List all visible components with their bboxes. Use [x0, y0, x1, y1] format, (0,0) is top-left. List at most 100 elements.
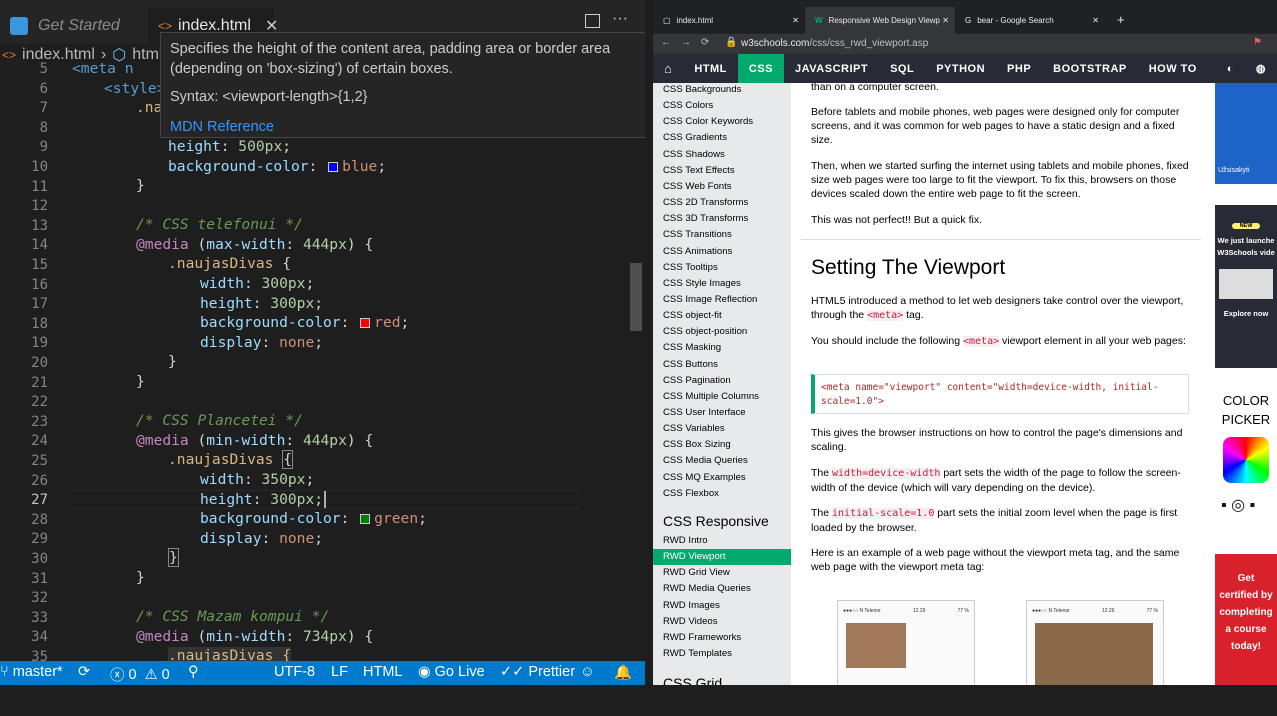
color-swatch-red[interactable] [360, 318, 371, 328]
feedback-icon[interactable]: ☺ [580, 664, 595, 680]
globe-icon[interactable]: ◍ [1245, 54, 1277, 83]
sidebar-item[interactable]: CSS Tooltips [663, 262, 718, 273]
reload-icon[interactable]: ⟳ [701, 37, 709, 48]
sidebar-item[interactable]: CSS Shadows [663, 149, 725, 160]
sidebar-item[interactable]: CSS object-fit [663, 310, 722, 321]
nav-howto[interactable]: HOW TO [1138, 54, 1208, 83]
theme-toggle-icon[interactable]: ◐ [1216, 54, 1245, 83]
sidebar-item[interactable]: CSS Box Sizing [663, 439, 731, 450]
sidebar-item[interactable]: CSS Image Reflection [663, 294, 757, 305]
color-swatch-green[interactable] [360, 514, 371, 524]
social-icons[interactable]: ▪ ◎ ▪ [1221, 495, 1255, 515]
sidebar-item[interactable]: CSS Text Effects [663, 165, 735, 176]
code-line: height: 500px; [168, 138, 292, 155]
code-comment: /* CSS Plancetei */ [136, 412, 303, 429]
sidebar-item[interactable]: CSS 2D Transforms [663, 197, 748, 208]
color-swatch-blue[interactable] [328, 162, 339, 172]
code-line: background-color: green; [200, 510, 427, 527]
sync-icon[interactable]: ⟳ [78, 664, 90, 680]
go-live-button[interactable]: ◉ Go Live [418, 664, 485, 680]
sidebar-item[interactable]: CSS object-position [663, 326, 747, 337]
nav-css[interactable]: CSS [737, 54, 785, 83]
sidebar-item[interactable]: CSS Transitions [663, 229, 732, 240]
nav-javascript[interactable]: JAVASCRIPT [784, 54, 879, 83]
code-token: height [200, 491, 253, 508]
sidebar-item[interactable]: RWD Frameworks [663, 632, 741, 643]
sidebar-item[interactable]: CSS 3D Transforms [663, 213, 748, 224]
paragraph: Then, when we started surfing the intern… [811, 160, 1189, 200]
editor-scrollbar[interactable] [630, 263, 642, 331]
bell-icon[interactable]: 🔔 [614, 664, 632, 681]
split-editor-icon[interactable] [585, 14, 600, 28]
sidebar-item[interactable]: RWD Media Queries [663, 583, 751, 594]
paragraph: Here is an example of a web page without… [811, 547, 1180, 573]
street-photo [1035, 623, 1153, 685]
sidebar-item[interactable]: RWD Videos [663, 616, 718, 627]
sidebar-item-selected[interactable]: RWD Viewport [653, 549, 791, 566]
nav-sql[interactable]: SQL [879, 54, 925, 83]
sidebar-item[interactable]: CSS Masking [663, 342, 721, 353]
sidebar-item[interactable]: CSS Backgrounds [663, 84, 741, 95]
nav-bootstrap[interactable]: BOOTSTRAP [1042, 54, 1138, 83]
language-mode[interactable]: HTML [363, 664, 402, 680]
mdn-reference-link[interactable]: MDN Reference [170, 117, 636, 137]
branch-indicator[interactable]: ⑂ master* [0, 664, 63, 680]
sidebar-item[interactable]: CSS User Interface [663, 407, 746, 418]
sidebar-item[interactable]: RWD Templates [663, 648, 732, 659]
sidebar-item[interactable]: CSS Color Keywords [663, 116, 753, 127]
subscribe-ad[interactable]: Užsisakyti [1215, 83, 1277, 184]
code-token: green [374, 510, 419, 527]
sidebar-item[interactable]: RWD Images [663, 600, 720, 611]
prettier-button[interactable]: ✓✓ Prettier [500, 664, 575, 680]
close-icon[interactable]: ✕ [1092, 16, 1099, 25]
code-line: @media (min-width: 444px) { [136, 432, 374, 449]
new-tab-button[interactable]: + [1107, 6, 1125, 33]
code-token: display [200, 530, 262, 547]
sidebar-item[interactable]: RWD Intro [663, 535, 708, 546]
color-picker-link[interactable]: COLOR PICKER [1215, 391, 1277, 491]
sidebar-item[interactable]: CSS Gradients [663, 132, 727, 143]
sidebar-item[interactable]: CSS Variables [663, 423, 725, 434]
line-number: 29 [31, 531, 48, 548]
sidebar-item[interactable]: CSS Animations [663, 246, 732, 257]
nav-python[interactable]: PYTHON [925, 54, 996, 83]
git-branch-icon: ⑂ [0, 664, 9, 680]
sidebar-item[interactable]: RWD Grid View [663, 567, 730, 578]
sidebar-item[interactable]: CSS Colors [663, 100, 713, 111]
code-token: @media [136, 432, 189, 449]
home-icon[interactable]: ⌂ [653, 54, 683, 83]
close-icon[interactable]: ✕ [942, 16, 949, 25]
extension-icon[interactable]: ⚑ [1253, 37, 1262, 48]
problems-indicator[interactable]: ⓧ 0 ⚠ 0 [110, 664, 170, 685]
nav-php[interactable]: PHP [996, 54, 1042, 83]
forward-icon[interactable]: → [681, 37, 691, 48]
sidebar-item[interactable]: CSS Buttons [663, 359, 718, 370]
sidebar-item[interactable]: CSS Pagination [663, 375, 731, 386]
browser-tab[interactable]: Gbear - Google Search ✕ [955, 7, 1105, 34]
sidebar-item[interactable]: CSS Web Fonts [663, 181, 732, 192]
sidebar-item[interactable]: CSS MQ Examples [663, 472, 746, 483]
pin-icon[interactable]: ⚲ [188, 664, 199, 680]
sidebar-item[interactable]: CSS Style Images [663, 278, 741, 289]
code-token: 350px [261, 471, 306, 488]
browser-tab-active[interactable]: W Responsive Web Design Viewp ✕ [805, 7, 955, 34]
code-area[interactable]: <meta n <style> .na height: 500px; backg… [0, 58, 645, 665]
close-icon[interactable]: ✕ [792, 16, 799, 25]
sidebar-item[interactable]: CSS Flexbox [663, 488, 719, 499]
line-ending[interactable]: LF [331, 664, 348, 680]
encoding[interactable]: UTF-8 [274, 664, 315, 680]
more-actions-icon[interactable]: ··· [612, 10, 628, 28]
line-number: 21 [31, 374, 48, 391]
url-field[interactable]: w3schools.com/css/css_rwd_viewport.asp [741, 38, 928, 49]
nav-html[interactable]: HTML [683, 54, 738, 83]
browser-tab[interactable]: ▢ index.html ✕ [653, 7, 805, 34]
sidebar-item[interactable]: CSS Media Queries [663, 455, 748, 466]
tab-get-started[interactable]: Get Started [10, 8, 120, 44]
video-ad[interactable]: NEW We just launche W3Schools vide Explo… [1215, 205, 1277, 368]
certification-ad[interactable]: Get certified by completing a course tod… [1215, 554, 1277, 685]
code-token: 300px [270, 491, 315, 508]
code-line: width: 350px; [200, 471, 315, 488]
sidebar-item[interactable]: CSS Multiple Columns [663, 391, 759, 402]
paragraph: than on a computer screen. [811, 81, 939, 93]
back-icon[interactable]: ← [661, 37, 671, 48]
